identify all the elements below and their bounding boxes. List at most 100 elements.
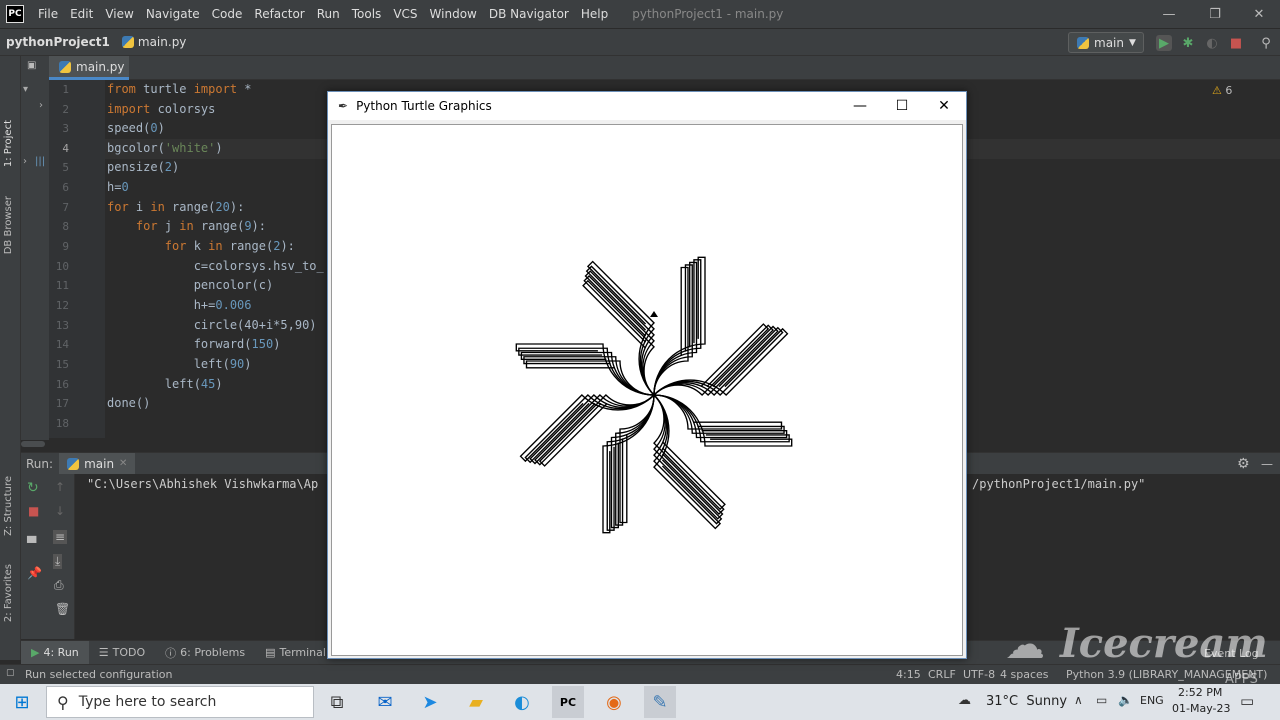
run-icon[interactable]: ▶ — [1156, 35, 1172, 51]
settings-gear-icon[interactable]: ⚙ — [1237, 456, 1250, 472]
menu-code[interactable]: Code — [206, 7, 249, 21]
line-number: 18 — [55, 417, 69, 430]
notification-icon[interactable]: ▭ — [1240, 692, 1254, 710]
turtle-canvas[interactable] — [331, 124, 963, 656]
clock-date[interactable]: 01-May-23 — [1172, 702, 1230, 715]
hide-panel-icon[interactable]: — — [1261, 457, 1273, 471]
tray-chevron-icon[interactable]: ∧ — [1074, 693, 1083, 707]
python-turtle-taskbar-icon[interactable]: ✎ — [644, 686, 676, 718]
line-number: 5 — [62, 161, 69, 174]
project-tool-tab[interactable]: 1: Project — [3, 120, 14, 167]
project-view-icon[interactable]: ▣ — [27, 60, 36, 71]
menu-tools[interactable]: Tools — [346, 7, 388, 21]
layout-icon[interactable]: ▀ — [27, 536, 36, 550]
menu-view[interactable]: View — [99, 7, 139, 21]
network-icon[interactable]: ▭ — [1096, 693, 1107, 707]
scrollbar-thumb[interactable] — [21, 441, 45, 447]
menu-db-navigator[interactable]: DB Navigator — [483, 7, 575, 21]
status-toggle-icon[interactable]: ▢ — [6, 668, 15, 678]
debug-icon[interactable]: ✱ — [1180, 35, 1196, 51]
breadcrumb-project[interactable]: pythonProject1 — [0, 35, 116, 49]
window-title: pythonProject1 - main.py — [632, 7, 784, 21]
icecream-watermark: ☁ Icecream APPS — [995, 612, 1280, 692]
turtle-minimize-button[interactable]: — — [838, 92, 882, 120]
editor-tabs: main.py — [49, 56, 1280, 80]
tab-problems[interactable]: ⓘ 6: Problems — [155, 645, 255, 661]
db-browser-tool-tab[interactable]: DB Browser — [3, 196, 14, 254]
scroll-up-icon[interactable]: ↑ — [55, 480, 65, 494]
trash-icon[interactable]: 🗑 — [55, 602, 70, 616]
tree-collapse-icon[interactable]: › — [39, 100, 43, 111]
cursor-position[interactable]: 4:15 — [896, 668, 921, 681]
breadcrumb-file[interactable]: main.py — [116, 35, 193, 49]
language-indicator[interactable]: ENG — [1140, 694, 1164, 707]
tab-run[interactable]: ▶ 4: Run — [21, 640, 89, 665]
menu-file[interactable]: File — [32, 7, 64, 21]
coverage-icon[interactable]: ◐ — [1204, 35, 1220, 51]
close-button[interactable]: ✕ — [1236, 0, 1280, 28]
menu-help[interactable]: Help — [575, 7, 614, 21]
weather-text[interactable]: 31°C Sunny — [986, 694, 1067, 709]
menu-navigate[interactable]: Navigate — [140, 7, 206, 21]
pycharm-taskbar-icon[interactable]: PC — [552, 686, 584, 718]
line-separator[interactable]: CRLF — [928, 668, 956, 681]
code-line-12: h+=0.006 — [107, 298, 252, 312]
structure-tool-tab[interactable]: Z: Structure — [3, 476, 14, 536]
turtle-graphics-window[interactable]: ✒ Python Turtle Graphics — ☐ ✕ — [327, 91, 967, 659]
menu-window[interactable]: Window — [424, 7, 483, 21]
volume-icon[interactable]: 🔈 — [1118, 693, 1133, 707]
code-line-13: circle(40+i*5,90) — [107, 316, 317, 335]
inspection-widget[interactable]: ⚠ 6 — [1212, 84, 1232, 97]
print-icon[interactable]: ⎙ — [54, 578, 64, 593]
scroll-to-end-icon[interactable]: ⤓ — [53, 554, 63, 569]
menu-edit[interactable]: Edit — [64, 7, 99, 21]
maximize-button[interactable]: ❐ — [1192, 0, 1238, 28]
favorites-tool-tab[interactable]: 2: Favorites — [3, 564, 14, 622]
search-icon[interactable]: ⚲ — [1258, 35, 1274, 51]
run-config-label: main — [1094, 35, 1124, 50]
run-toolbar-secondary: ↑ ↓ ≡ ⤓ ⎙ 🗑 — [49, 474, 75, 639]
turtle-stroke — [529, 394, 655, 465]
edge-browser-icon[interactable]: ◐ — [506, 686, 538, 718]
line-number: 14 — [55, 338, 69, 351]
tree-arrow-icon[interactable]: › — [23, 156, 27, 167]
turtle-title-bar[interactable]: ✒ Python Turtle Graphics — ☐ ✕ — [328, 92, 966, 120]
code-line-14: forward(150) — [107, 337, 281, 351]
menu-vcs[interactable]: VCS — [387, 7, 423, 21]
tab-todo[interactable]: ☰ TODO — [89, 646, 155, 659]
scroll-down-icon[interactable]: ↓ — [55, 504, 65, 518]
watermark-text: Icecream — [1060, 620, 1268, 667]
menu-run[interactable]: Run — [311, 7, 346, 21]
tab-run-label: 4: Run — [43, 646, 79, 659]
close-tab-icon[interactable]: ✕ — [119, 458, 127, 469]
soft-wrap-icon[interactable]: ≡ — [53, 530, 68, 544]
pin-icon[interactable]: 📌 — [27, 566, 42, 580]
tab-terminal[interactable]: ▤ Terminal — [255, 646, 336, 659]
run-tab-main[interactable]: main ✕ — [59, 452, 136, 475]
file-explorer-icon[interactable]: ▰ — [460, 686, 492, 718]
turtle-close-button[interactable]: ✕ — [922, 92, 966, 120]
stop-run-icon[interactable]: ■ — [28, 504, 39, 518]
minimize-button[interactable]: — — [1146, 0, 1192, 28]
mail-icon[interactable]: ✉ — [369, 686, 401, 718]
windows-start-icon[interactable]: ⊞ — [6, 686, 38, 718]
file-encoding[interactable]: UTF-8 — [963, 668, 995, 681]
turtle-stroke — [653, 394, 724, 520]
code-line-3: speed(0) — [107, 121, 165, 135]
stop-icon[interactable]: ■ — [1228, 35, 1244, 51]
recorder-icon[interactable]: ◉ — [598, 686, 630, 718]
turtle-maximize-button[interactable]: ☐ — [880, 92, 924, 120]
tree-expand-icon[interactable]: ▾ — [23, 84, 28, 95]
taskbar-search-box[interactable]: ⚲ Type here to search — [46, 686, 314, 718]
tab-main-py[interactable]: main.py — [49, 56, 129, 80]
run-tab-icon: ▶ — [31, 646, 40, 659]
telegram-icon[interactable]: ➤ — [414, 686, 446, 718]
task-view-icon[interactable]: ⧉ — [321, 686, 353, 718]
code-line-10: c=colorsys.hsv_to_ — [107, 257, 324, 276]
line-number-gutter: 1 2 3 4 5 6 7 8 9 10 11 12 13 14 15 16 1… — [49, 80, 105, 438]
rerun-icon[interactable]: ↻ — [27, 480, 39, 496]
menu-refactor[interactable]: Refactor — [248, 7, 310, 21]
run-config-selector[interactable]: main ▼ — [1068, 32, 1144, 53]
line-number: 6 — [62, 181, 69, 194]
turtle-stroke — [615, 394, 655, 526]
